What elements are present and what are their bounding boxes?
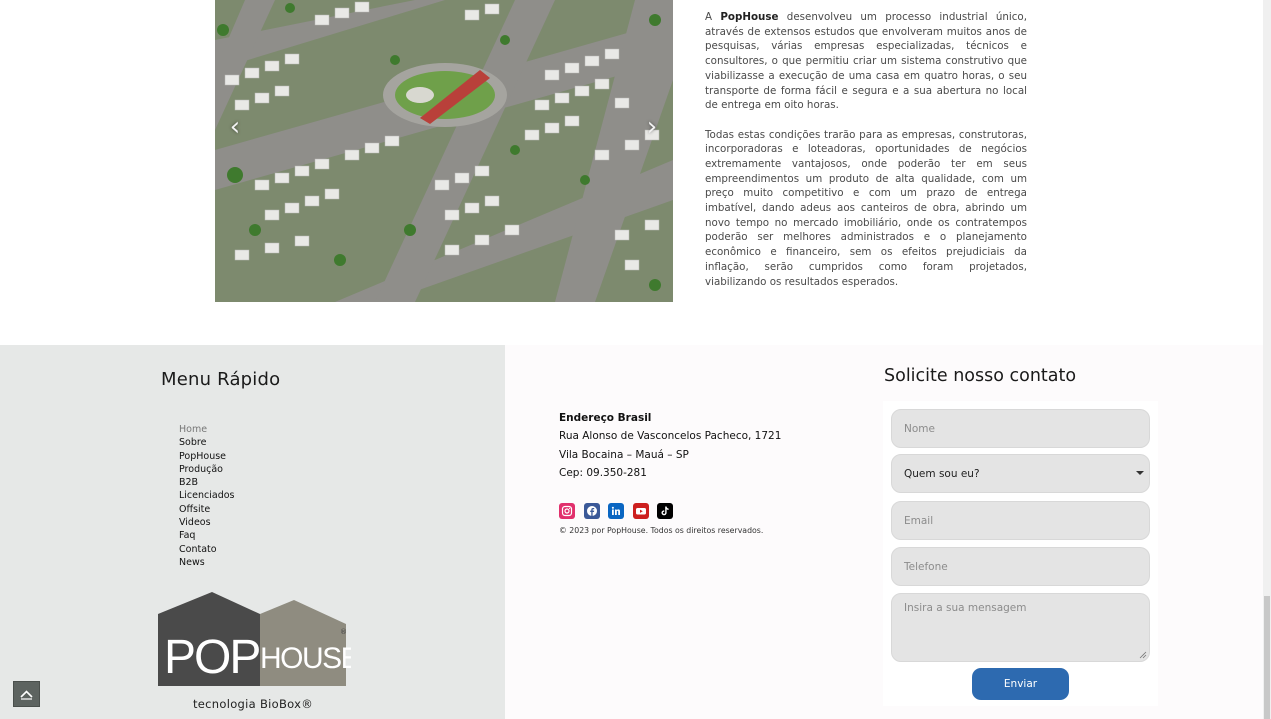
address-line-street: Rua Alonso de Vasconcelos Pacheco, 1721 [559,430,782,443]
role-select[interactable]: Quem sou eu? [891,454,1150,493]
contact-form-title: Solicite nosso contato [884,366,1077,386]
facebook-icon [586,506,597,516]
instagram-icon [561,505,573,517]
resize-grip-icon[interactable] [1139,651,1147,659]
menu-item-b2b[interactable]: B2B [179,476,235,489]
carousel-prev-button[interactable]: ‹ [224,112,246,142]
address-line-zip: Cep: 09.350-281 [559,466,647,479]
chevron-left-icon: ‹ [229,112,241,142]
tiktok-link[interactable] [657,503,673,519]
pophouse-logo: POP HOUSE ® [158,592,351,686]
copyright-text: © 2023 por PopHouse. Todos os direitos r… [559,526,764,535]
address-line-city: Vila Bocaina – Mauá – SP [559,448,689,461]
phone-placeholder: Telefone [904,560,948,573]
menu-item-licenciados[interactable]: Licenciados [179,489,235,502]
menu-item-contato[interactable]: Contato [179,543,235,556]
intro-brand: PopHouse [720,11,779,23]
menu-item-faq[interactable]: Faq [179,529,235,542]
carousel-next-button[interactable]: › [641,112,663,142]
intro-paragraph-2: Todas estas condições trarão para as emp… [705,128,1027,288]
menu-item-pophouse[interactable]: PopHouse [179,450,235,463]
scrollbar-thumb[interactable] [1264,596,1270,719]
quick-menu: Home Sobre PopHouse Produção B2B Licenci… [179,423,235,569]
menu-item-home[interactable]: Home [179,423,235,436]
name-placeholder: Nome [904,422,935,435]
menu-item-sobre[interactable]: Sobre [179,436,235,449]
phone-input[interactable]: Telefone [891,547,1150,586]
logo-registered-mark: ® [340,628,347,636]
address-heading: Endereço Brasil [559,412,652,424]
menu-item-news[interactable]: News [179,556,235,569]
email-input[interactable]: Email [891,501,1150,540]
message-textarea[interactable]: Insira a sua mensagem [891,593,1150,662]
email-placeholder: Email [904,514,934,527]
menu-item-videos[interactable]: Videos [179,516,235,529]
youtube-link[interactable] [632,503,649,519]
menu-title: Menu Rápido [161,369,281,390]
name-input[interactable]: Nome [891,409,1150,448]
back-to-top-button[interactable] [13,681,40,707]
instagram-link[interactable] [559,503,575,519]
linkedin-icon [611,506,620,515]
tiktok-icon [661,506,669,516]
chevron-right-icon: › [646,112,658,142]
submit-button[interactable]: Enviar [972,668,1069,700]
address-block: Endereço Brasil Rua Alonso de Vasconcelo… [559,409,781,482]
social-links [559,503,673,519]
logo-tagline: tecnologia BioBox® [193,697,314,711]
youtube-icon [635,508,646,515]
message-placeholder: Insira a sua mensagem [904,602,1027,614]
logo-house-text: HOUSE [260,642,351,675]
arrow-up-icon [20,690,33,700]
role-select-value: Quem sou eu? [904,467,980,480]
menu-item-producao[interactable]: Produção [179,463,235,476]
facebook-link[interactable] [583,503,600,519]
caret-down-icon [1136,471,1144,475]
logo-pop-text: POP [164,631,259,684]
menu-item-offsite[interactable]: Offsite [179,503,235,516]
intro-prefix: A [705,11,721,23]
intro-paragraph-1-text: desenvolveu um processo industrial único… [705,11,1028,112]
linkedin-link[interactable] [608,503,624,519]
intro-text: A PopHouse desenvolveu um processo indus… [705,10,1027,304]
aerial-neighborhood-illustration [215,0,673,302]
intro-paragraph-1: A PopHouse desenvolveu um processo indus… [705,10,1027,113]
hero-carousel-image [215,0,673,302]
